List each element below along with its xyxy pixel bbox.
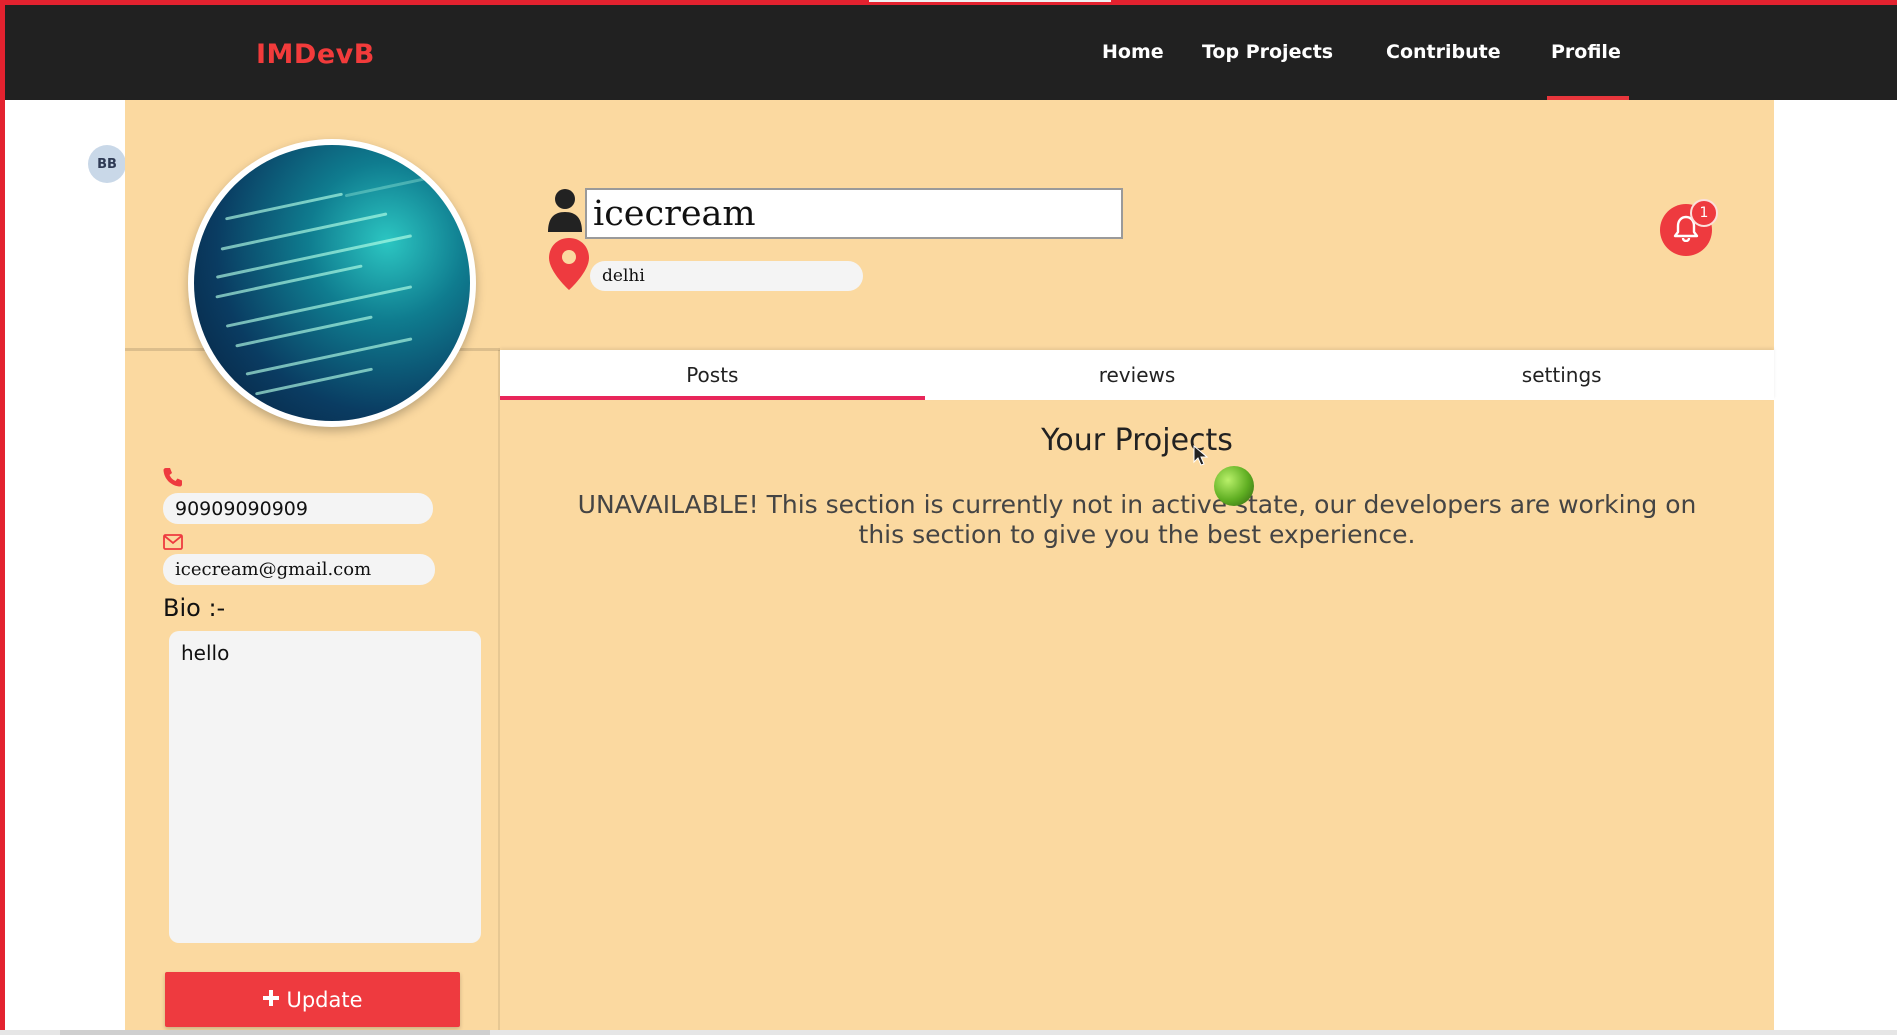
tab-settings[interactable]: settings (1349, 350, 1774, 400)
phone-icon (162, 466, 184, 492)
update-button-label: Update (286, 987, 363, 1012)
name-field[interactable] (585, 188, 1123, 239)
nav-link-home[interactable]: Home (1102, 41, 1164, 63)
plus-icon (262, 988, 280, 1012)
location-pin-icon (547, 236, 591, 296)
phone-field[interactable] (163, 493, 433, 524)
profile-tabs: Posts reviews settings (500, 350, 1774, 400)
bio-textarea[interactable]: hello (169, 631, 481, 943)
notification-count-badge: 1 (1690, 199, 1718, 227)
unavailable-message: UNAVAILABLE! This section is currently n… (577, 490, 1697, 549)
nav-link-top-projects[interactable]: Top Projects (1202, 41, 1333, 63)
mail-icon (163, 534, 183, 554)
mouse-cursor-icon (1193, 444, 1209, 471)
bio-label: Bio :- (163, 594, 226, 622)
brand-logo[interactable]: IMDevB (256, 39, 375, 70)
tab-posts[interactable]: Posts (500, 350, 925, 400)
tab-indicator (869, 0, 1111, 2)
tab-reviews[interactable]: reviews (925, 350, 1350, 400)
update-button[interactable]: Update (165, 972, 460, 1027)
navbar: IMDevB Home Top Projects Contribute Prof… (5, 5, 1897, 100)
nav-link-contribute[interactable]: Contribute (1386, 41, 1501, 63)
user-icon (546, 188, 584, 238)
projects-heading: Your Projects (1041, 423, 1233, 458)
horizontal-scrollbar-thumb[interactable] (60, 1030, 490, 1035)
profile-picture-image (194, 145, 470, 421)
cursor-ball-icon (1214, 466, 1254, 506)
user-avatar-badge[interactable]: BB (88, 145, 126, 183)
email-field[interactable] (163, 554, 435, 585)
nav-link-profile[interactable]: Profile (1551, 41, 1621, 63)
location-field[interactable] (590, 261, 863, 291)
profile-picture[interactable] (188, 139, 476, 427)
